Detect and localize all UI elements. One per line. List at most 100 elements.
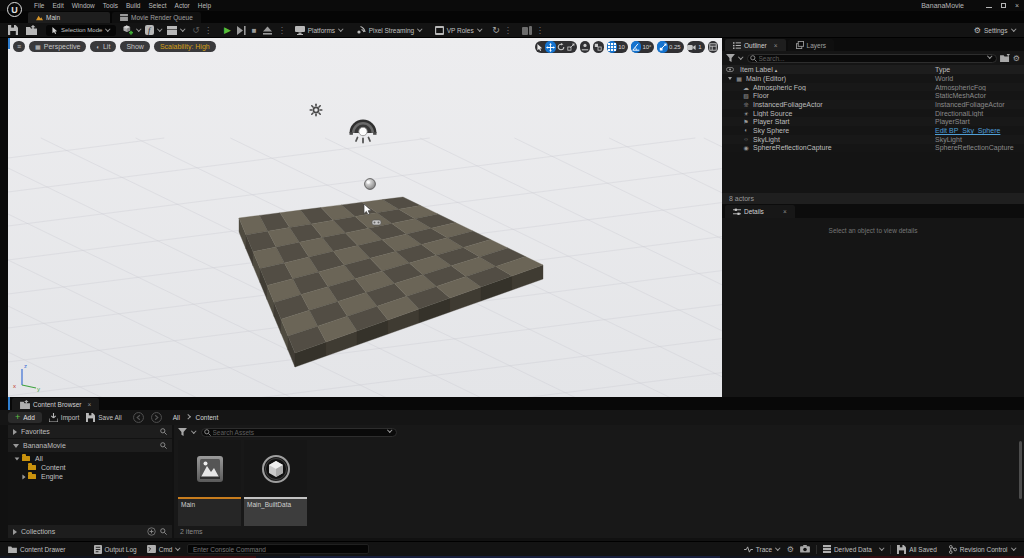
- grid-snap-value[interactable]: 10: [617, 44, 628, 50]
- scalability-badge[interactable]: Scalability: High: [154, 41, 216, 52]
- viewport-menu-button[interactable]: ≡: [13, 41, 25, 52]
- actor-label[interactable]: SkyLight: [753, 136, 780, 143]
- actor-type[interactable]: SphereReflectionCapture: [935, 144, 1014, 151]
- minimize-button[interactable]: [982, 2, 996, 9]
- player-start-gizmo[interactable]: [372, 220, 381, 225]
- scale-snap-button[interactable]: [657, 41, 668, 53]
- move-tool[interactable]: [545, 41, 556, 53]
- all-saved-status[interactable]: All Saved: [897, 545, 936, 554]
- asset-search-input[interactable]: [201, 428, 397, 437]
- tab-details[interactable]: Details ×: [725, 205, 795, 218]
- screenshot-icon[interactable]: [800, 545, 810, 553]
- tree-item-all[interactable]: All: [8, 454, 172, 463]
- tab-close-icon[interactable]: ×: [774, 42, 778, 49]
- actor-label[interactable]: Floor: [753, 92, 769, 99]
- outliner-row[interactable]: ☀ Light Source DirectionalLight: [722, 109, 1024, 118]
- scale-snap-value[interactable]: 0.25: [668, 44, 684, 50]
- rotate-tool[interactable]: [556, 41, 567, 53]
- skip-button[interactable]: [237, 26, 246, 35]
- maximize-viewport-button[interactable]: [708, 41, 719, 53]
- output-log-button[interactable]: Output Log: [94, 545, 137, 554]
- menu-item[interactable]: Edit: [48, 2, 67, 9]
- close-button[interactable]: ×: [1010, 2, 1024, 9]
- outliner-row[interactable]: ◉ SphereReflectionCapture SphereReflecti…: [722, 144, 1024, 153]
- eject-button[interactable]: [263, 26, 272, 35]
- play-options-kebab-icon[interactable]: ⋮: [278, 27, 286, 34]
- tree-item-engine[interactable]: Engine: [8, 472, 172, 481]
- asset-tile[interactable]: Main: [178, 440, 241, 526]
- actor-type[interactable]: World: [935, 75, 953, 82]
- rotation-snap-value[interactable]: 10°: [641, 44, 654, 50]
- project-search-icon[interactable]: [160, 442, 167, 449]
- kebab-icon[interactable]: ⋮: [204, 27, 212, 34]
- project-header[interactable]: BananaMovie: [8, 439, 172, 452]
- viewport-3d[interactable]: z y x ≡ ▦Perspective ◐Lit Show Scalabili…: [8, 38, 722, 397]
- compile-kebab-icon[interactable]: ⋮: [504, 27, 512, 34]
- select-tool[interactable]: [535, 41, 546, 53]
- lit-dropdown[interactable]: ◐Lit: [90, 41, 116, 52]
- actor-type[interactable]: PlayerStart: [935, 118, 970, 125]
- derived-data-dropdown[interactable]: Derived Data: [823, 545, 884, 553]
- rotation-snap-button[interactable]: [631, 41, 642, 53]
- status-gear-icon[interactable]: ⚙: [787, 545, 794, 554]
- undo-icon[interactable]: ↺: [192, 25, 200, 35]
- filter-icon[interactable]: [726, 54, 735, 62]
- project-expander-icon[interactable]: [13, 444, 19, 448]
- actor-type[interactable]: Edit BP_Sky_Sphere: [935, 127, 1000, 134]
- details-close-icon[interactable]: ×: [783, 208, 787, 215]
- column-type[interactable]: Type: [935, 66, 950, 73]
- actor-type[interactable]: DirectionalLight: [935, 110, 983, 117]
- add-collection-icon[interactable]: [147, 527, 156, 536]
- camera-speed-value[interactable]: 1: [697, 44, 704, 50]
- add-actor-dropdown[interactable]: [123, 25, 142, 35]
- actor-label[interactable]: Player Start: [753, 118, 790, 125]
- collections-search-icon[interactable]: [160, 528, 167, 535]
- actor-label[interactable]: Light Source: [753, 110, 792, 117]
- revision-control-dropdown[interactable]: Revision Control: [949, 545, 1016, 554]
- play-button[interactable]: ▶: [224, 25, 231, 35]
- asset-filter-chevron-icon[interactable]: [191, 429, 196, 434]
- sphere-reflection-gizmo[interactable]: [365, 179, 376, 190]
- device-kebab-icon[interactable]: ⋮: [536, 27, 544, 34]
- platforms-dropdown[interactable]: Platforms: [295, 26, 344, 35]
- unreal-logo[interactable]: U: [7, 2, 22, 17]
- menu-item[interactable]: Select: [144, 2, 170, 9]
- scrollbar[interactable]: [1019, 441, 1022, 499]
- column-item-label[interactable]: Item Label ▴: [740, 66, 777, 73]
- actor-label[interactable]: Main (Editor): [746, 75, 786, 82]
- menu-item[interactable]: Tools: [99, 2, 122, 9]
- trace-dropdown[interactable]: Trace: [744, 546, 781, 553]
- new-folder-icon[interactable]: [1000, 54, 1010, 63]
- settings-dropdown[interactable]: ⚙ Settings: [974, 26, 1016, 35]
- actor-snap-button[interactable]: [593, 41, 604, 53]
- outliner-row[interactable]: ◐ Sky Sphere Edit BP_Sky_Sphere: [722, 126, 1024, 135]
- show-dropdown[interactable]: Show: [120, 41, 150, 52]
- selection-mode-dropdown[interactable]: Selection Mode: [46, 25, 116, 36]
- filter-chevron-icon[interactable]: [738, 55, 743, 60]
- content-browser-icon[interactable]: [26, 25, 37, 35]
- row-expander-icon[interactable]: [728, 77, 732, 80]
- scale-tool[interactable]: [566, 41, 577, 53]
- outliner-row[interactable]: ▧ Floor StaticMeshActor: [722, 91, 1024, 100]
- stop-button[interactable]: ■: [252, 26, 257, 35]
- favorites-header[interactable]: Favorites: [8, 425, 172, 438]
- favorites-search-icon[interactable]: [160, 428, 167, 435]
- actor-label[interactable]: Sky Sphere: [753, 127, 789, 134]
- blueprints-dropdown[interactable]: f: [145, 25, 163, 35]
- console-input[interactable]: [187, 544, 369, 554]
- breadcrumb-root[interactable]: All: [173, 414, 180, 421]
- maximize-button[interactable]: [996, 2, 1010, 9]
- content-browser-close-icon[interactable]: ×: [87, 401, 91, 408]
- actor-label[interactable]: SphereReflectionCapture: [753, 144, 832, 151]
- menu-item[interactable]: File: [30, 2, 48, 9]
- outliner-row[interactable]: ▦ Main (Editor) World: [722, 74, 1024, 83]
- favorites-expander-icon[interactable]: [13, 429, 17, 435]
- menu-item[interactable]: Build: [122, 2, 144, 9]
- tab-layers[interactable]: Layers: [788, 39, 835, 51]
- collections-header[interactable]: Collections: [8, 525, 172, 538]
- save-icon[interactable]: [8, 25, 18, 35]
- menu-item[interactable]: Actor: [171, 2, 194, 9]
- visibility-eye-icon[interactable]: [726, 67, 734, 72]
- cinematics-dropdown[interactable]: [167, 26, 186, 35]
- camera-speed-button[interactable]: [687, 41, 698, 53]
